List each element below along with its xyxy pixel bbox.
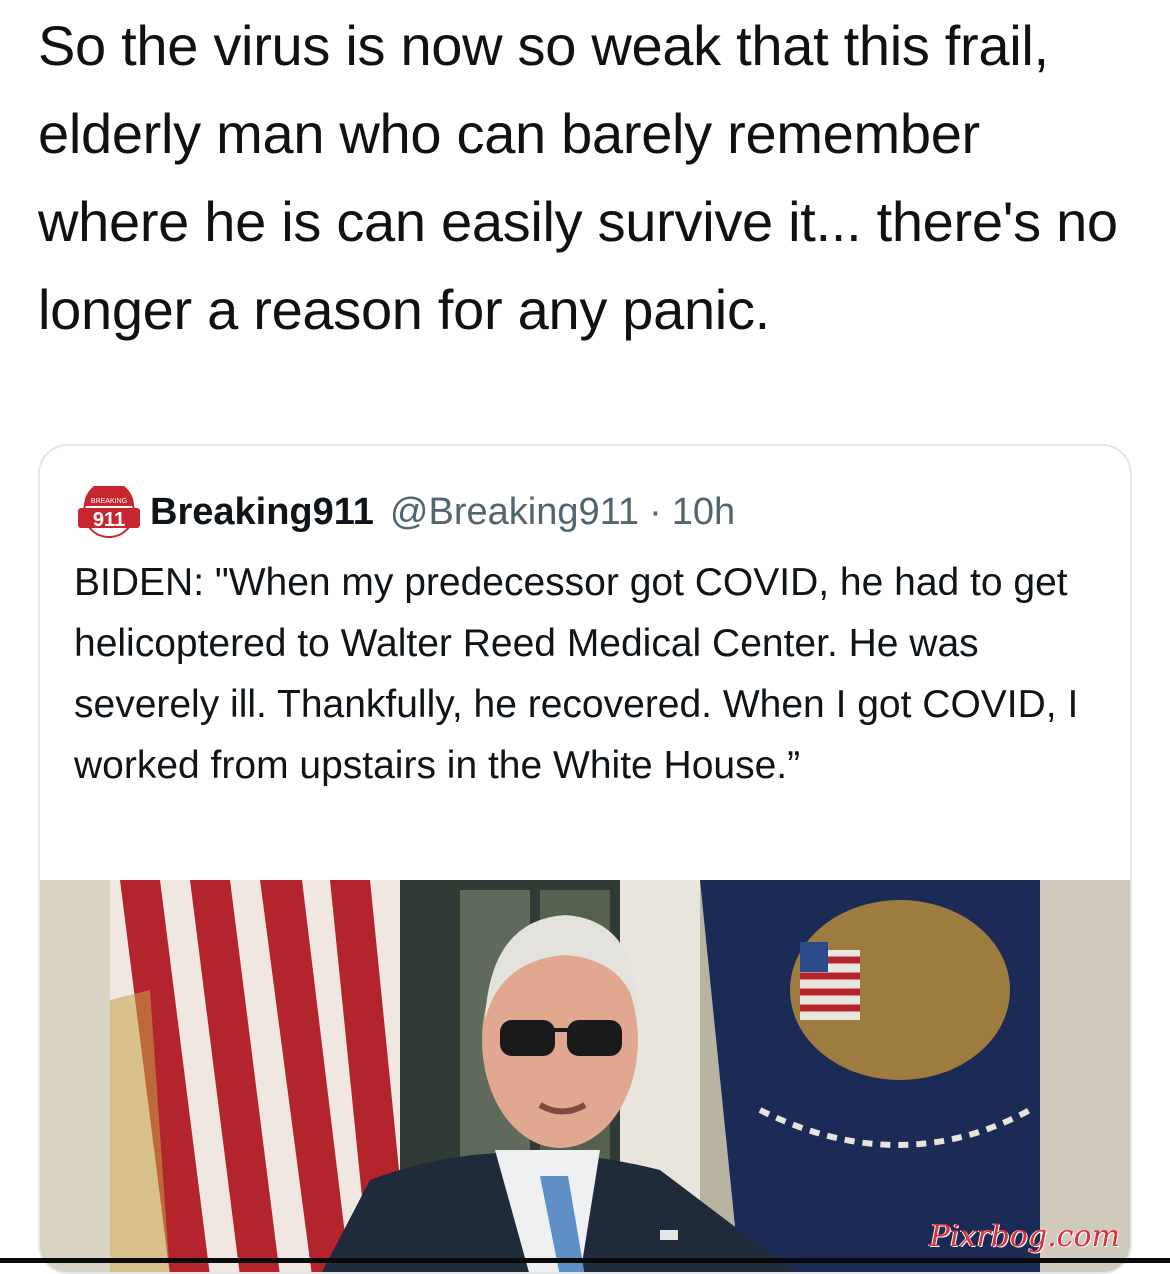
quoted-tweet-card[interactable]: BREAKING 911 Breaking911 @Breaking911 · … <box>38 444 1132 1274</box>
post-text: So the virus is now so weak that this fr… <box>38 14 1118 341</box>
quoted-tweet-text: BIDEN: "When my predecessor got COVID, h… <box>74 561 1079 787</box>
quoted-handle[interactable]: @Breaking911 <box>390 491 639 534</box>
avatar-logo-top-text: BREAKING <box>91 498 127 505</box>
avatar-logo-main-text: 911 <box>93 509 125 531</box>
quoted-tweet-header: BREAKING 911 Breaking911 @Breaking911 · … <box>74 481 735 538</box>
bottom-edge-bar <box>0 1258 1170 1263</box>
breaking911-logo-icon[interactable]: BREAKING 911 <box>74 481 144 538</box>
quoted-display-name[interactable]: Breaking911 <box>150 491 374 534</box>
header-separator: · <box>649 490 662 533</box>
watermark-text: Pixrbog.com <box>929 1219 1120 1254</box>
presidential-flag <box>700 880 1040 1272</box>
quoted-tweet-media-image[interactable]: Pixrbog.com <box>40 880 1130 1272</box>
quoted-timestamp[interactable]: 10h <box>672 491 735 534</box>
